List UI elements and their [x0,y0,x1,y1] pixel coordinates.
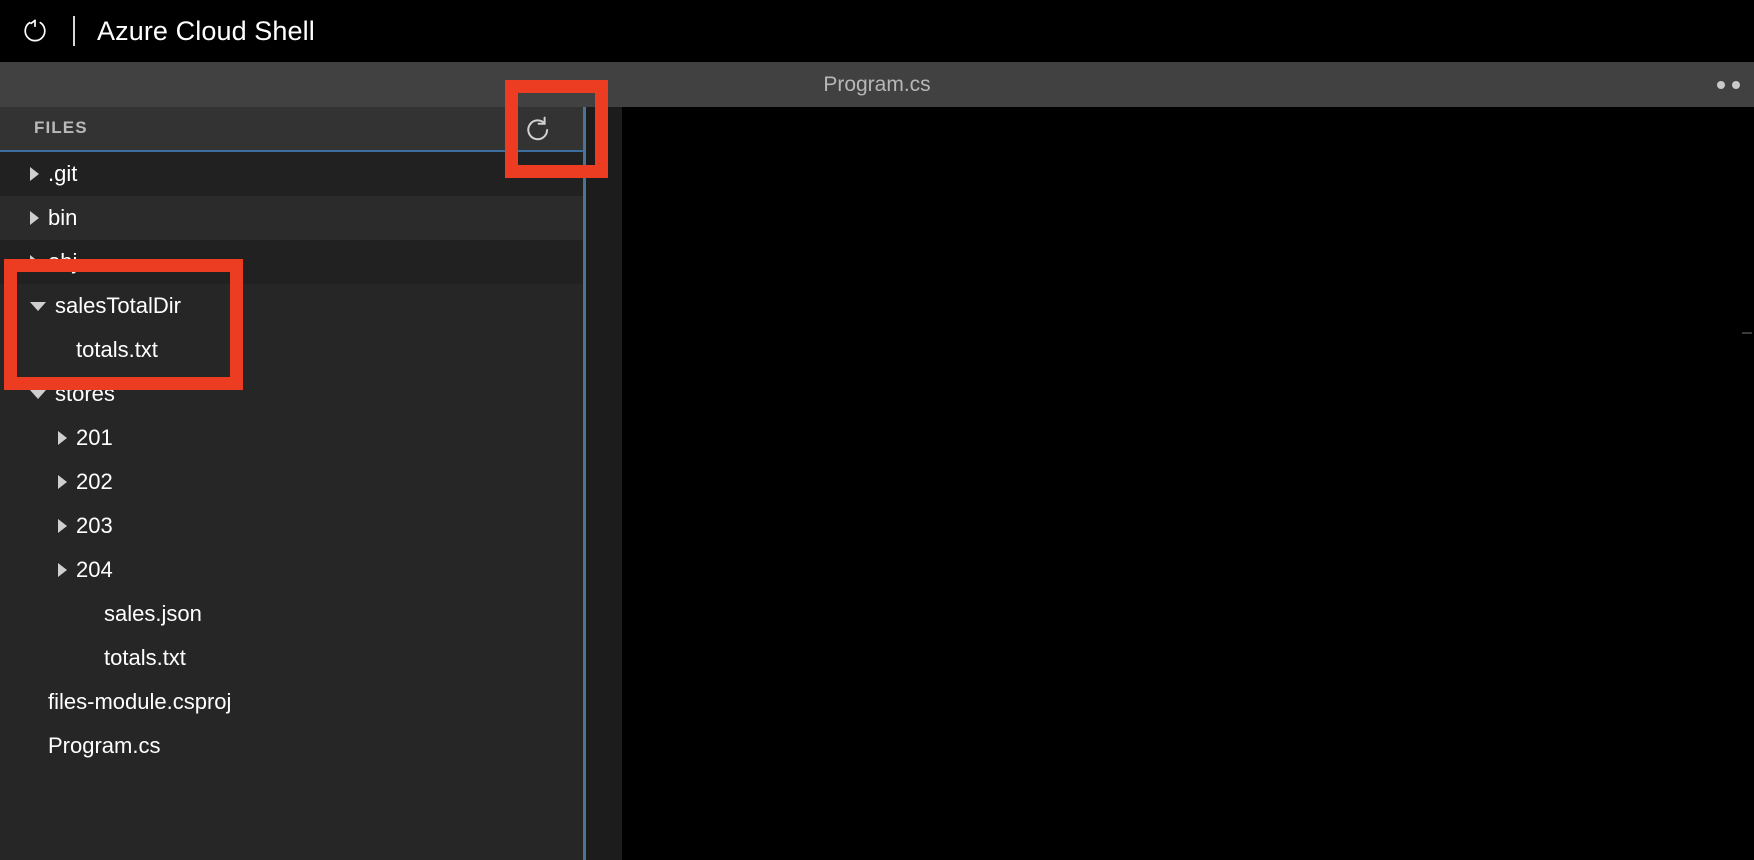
tree-row[interactable]: salesTotalDir [0,284,583,328]
tree-row[interactable]: obj [0,240,583,284]
folder-label: salesTotalDir [55,293,181,318]
header-divider [73,16,75,46]
chevron-right-icon[interactable] [30,255,39,269]
chevron-right-icon[interactable] [58,431,67,445]
file-label: files-module.csproj [48,689,232,714]
tree-row[interactable]: totals.txt [0,636,583,680]
folder-label: 204 [76,557,113,582]
tab-program-cs[interactable]: Program.cs [0,62,1754,107]
tree-row[interactable]: stores [0,372,583,416]
ellipsis-dot [1732,80,1740,89]
chevron-right-icon[interactable] [30,211,39,225]
app-title: Azure Cloud Shell [97,15,315,46]
file-tree[interactable]: .git bin obj salesTotalDir totals.txt stores 2… [0,152,583,860]
refresh-icon[interactable] [509,109,567,150]
tree-row[interactable]: Program.cs [0,724,583,768]
folder-label: 202 [76,469,113,494]
editor-gutter [586,107,622,860]
file-label: Program.cs [48,733,161,758]
ellipsis-icon[interactable] [1713,62,1744,107]
file-label: totals.txt [76,337,158,362]
chevron-right-icon[interactable] [58,519,67,533]
editor-tabstrip: Program.cs [0,62,1754,107]
files-pane-header: FILES [0,107,583,152]
tree-row[interactable]: 204 [0,548,583,592]
folder-label: bin [48,205,78,230]
chevron-right-icon[interactable] [30,167,39,181]
chevron-down-icon[interactable] [30,389,46,399]
folder-label: 203 [76,513,113,538]
file-label: totals.txt [104,645,186,670]
tree-row[interactable]: .git [0,152,583,196]
tree-row[interactable]: sales.json [0,592,583,636]
restart-icon[interactable] [18,14,52,48]
folder-label: 201 [76,425,113,450]
ellipsis-dot [1717,80,1725,89]
folder-label: obj [48,249,78,274]
file-label: sales.json [104,601,202,626]
tree-row[interactable]: files-module.csproj [0,680,583,724]
app-header: Azure Cloud Shell [0,0,1754,62]
folder-label: .git [48,161,78,186]
tree-row[interactable]: 202 [0,460,583,504]
tree-row[interactable]: totals.txt [0,328,583,372]
tree-row[interactable]: bin [0,196,583,240]
chevron-right-icon[interactable] [58,563,67,577]
tree-row[interactable]: 203 [0,504,583,548]
page-title: FILES [34,118,88,137]
chevron-down-icon[interactable] [30,301,46,311]
code-editor[interactable] [622,107,1754,860]
tree-row[interactable]: 201 [0,416,583,460]
folder-label: stores [55,381,115,406]
editor-scrollbar[interactable] [1742,332,1752,334]
chevron-right-icon[interactable] [58,475,67,489]
files-pane: FILES .git bin obj salesTotalDir totals.txt s… [0,107,583,860]
